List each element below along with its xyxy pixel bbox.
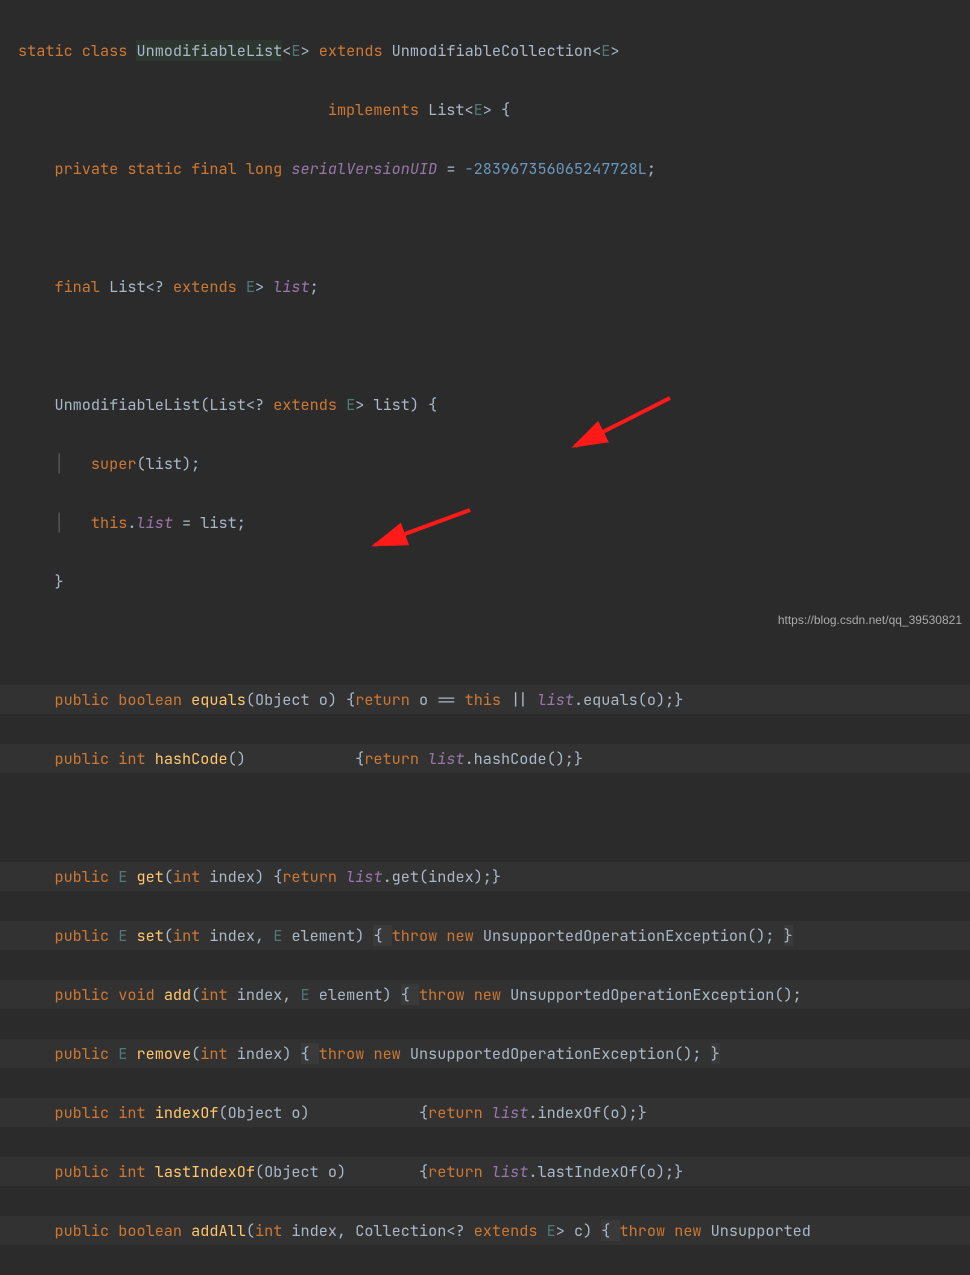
code-line: implements List<E> { <box>0 95 970 125</box>
code-line: public E remove(int index) { throw new U… <box>0 1039 970 1069</box>
code-line: } <box>0 567 970 597</box>
code-line: public int indexOf(Object o) {return lis… <box>0 1098 970 1128</box>
code-line <box>0 331 970 361</box>
code-editor[interactable]: static class UnmodifiableList<E> extends… <box>0 0 970 1275</box>
code-line: public E set(int index, E element) { thr… <box>0 921 970 951</box>
code-line: final List<? extends E> list; <box>0 272 970 302</box>
code-line: static class UnmodifiableList<E> extends… <box>0 36 970 66</box>
code-line: public E get(int index) {return list.get… <box>0 862 970 892</box>
code-line <box>0 803 970 833</box>
code-line: │ this.list = list; <box>0 508 970 538</box>
code-line: UnmodifiableList(List<? extends E> list)… <box>0 390 970 420</box>
code-line: public boolean equals(Object o) {return … <box>0 685 970 715</box>
code-line: │ super(list); <box>0 449 970 479</box>
watermark-text: https://blog.csdn.net/qq_39530821 <box>778 606 962 636</box>
code-line: public int lastIndexOf(Object o) {return… <box>0 1157 970 1187</box>
code-line: public boolean addAll(int index, Collect… <box>0 1216 970 1246</box>
code-line: public void add(int index, E element) { … <box>0 980 970 1010</box>
class-name: UnmodifiableList <box>136 40 282 61</box>
code-line <box>0 213 970 243</box>
code-line: private static final long serialVersionU… <box>0 154 970 184</box>
code-line: public int hashCode() {return list.hashC… <box>0 744 970 774</box>
